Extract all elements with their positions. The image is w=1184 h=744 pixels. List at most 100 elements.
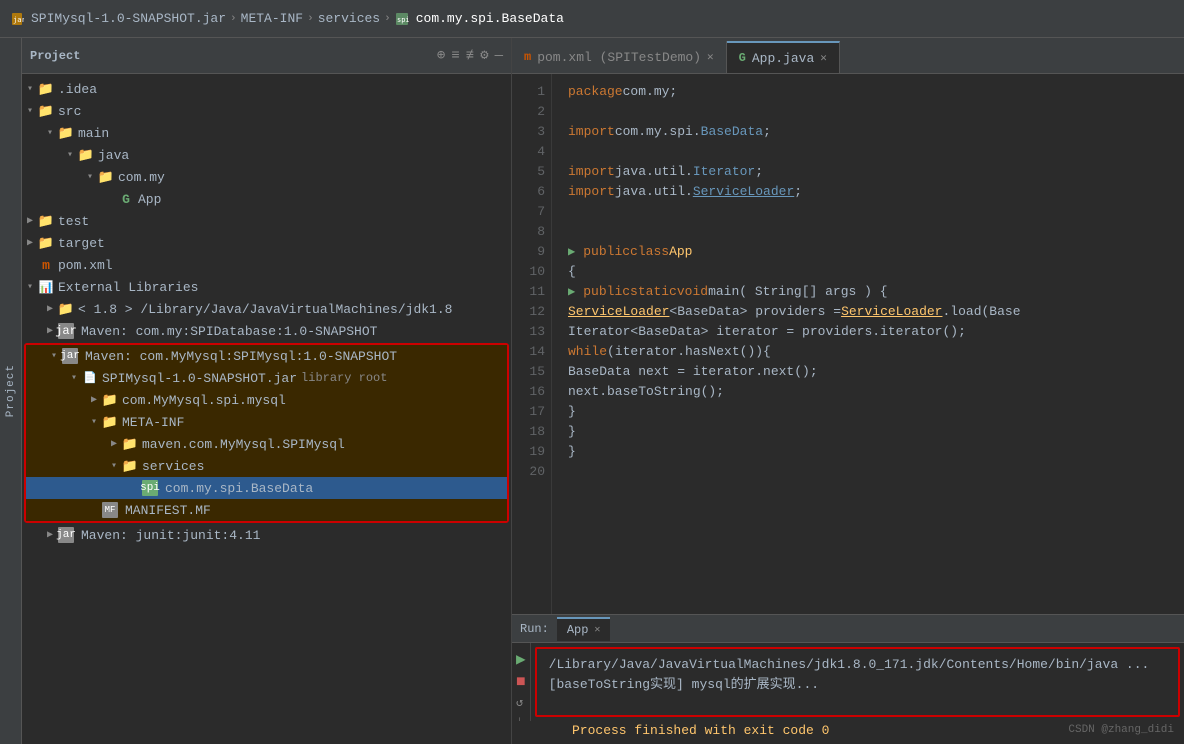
code-line-16: next.baseToString(); — [568, 382, 1168, 402]
tree-item-extlibs[interactable]: ▾ 📊 External Libraries — [22, 276, 511, 298]
code-line-14: while (iterator.hasNext()){ — [568, 342, 1168, 362]
tree-item-spimysql[interactable]: ▾ jar Maven: com.MyMysql:SPIMysql:1.0-SN… — [26, 345, 507, 367]
label-spidatabase: Maven: com.my:SPIDatabase:1.0-SNAPSHOT — [81, 324, 377, 339]
arrow-target: ▶ — [22, 235, 38, 251]
breadcrumb-services[interactable]: services — [318, 11, 380, 26]
run-down-btn[interactable]: ↓ — [516, 714, 526, 721]
code-line-12: ServiceLoader <BaseData> providers = Ser… — [568, 302, 1168, 322]
label-spimysql: Maven: com.MyMysql:SPIMysql:1.0-SNAPSHOT — [85, 349, 397, 364]
breadcrumb-metainf[interactable]: META-INF — [241, 11, 303, 26]
folder-icon-jdk: 📁 — [58, 301, 74, 317]
breadcrumb-file[interactable]: com.my.spi.BaseData — [416, 11, 564, 26]
tree-item-basedata[interactable]: ▶ spi com.my.spi.BaseData — [26, 477, 507, 499]
mf-icon-manifest: MF — [102, 502, 118, 518]
run-stop-btn[interactable]: ■ — [516, 673, 526, 691]
project-tab[interactable]: Project — [0, 38, 22, 744]
arrow-jdk: ▶ — [42, 301, 58, 317]
tree-item-java[interactable]: ▾ 📁 java — [22, 144, 511, 166]
code-line-13: Iterator<BaseData> iterator = providers.… — [568, 322, 1168, 342]
folder-icon-services: 📁 — [122, 458, 138, 474]
tree-item-commy[interactable]: ▾ 📁 com.my — [22, 166, 511, 188]
tree-item-app[interactable]: ▶ G App — [22, 188, 511, 210]
add-tool-btn[interactable]: ⊕ — [437, 47, 445, 64]
tree-item-comMyMysql[interactable]: ▶ 📁 com.MyMysql.spi.mysql — [26, 389, 507, 411]
run-tab-close[interactable]: ✕ — [594, 624, 600, 636]
code-line-3: import com.my.spi. BaseData ; — [568, 122, 1168, 142]
run-exit-text: Process finished with exit code 0 — [572, 723, 829, 738]
code-area: 12345 678910 1112131415 1617181920 packa… — [512, 74, 1184, 614]
line-numbers: 12345 678910 1112131415 1617181920 — [512, 74, 552, 614]
label-jdk: < 1.8 > /Library/Java/JavaVirtualMachine… — [78, 302, 452, 317]
tab-pom[interactable]: m pom.xml (SPITestDemo) ✕ — [512, 41, 727, 73]
tree-item-src[interactable]: ▾ 📁 src — [22, 100, 511, 122]
layout-tool-btn[interactable]: ≡ — [451, 48, 459, 64]
settings-tool-btn[interactable]: ⚙ — [480, 47, 488, 64]
run-tab-app[interactable]: App ✕ — [557, 617, 611, 641]
main-area: Project Project ⊕ ≡ ≢ ⚙ — ▾ 📁 .idea — [0, 38, 1184, 744]
tree-item-spidatabase[interactable]: ▶ jar Maven: com.my:SPIDatabase:1.0-SNAP… — [22, 320, 511, 342]
tree-item-metainf[interactable]: ▾ 📁 META-INF — [26, 411, 507, 433]
label-jarfile-sub: library root — [301, 371, 387, 385]
breadcrumb-jar[interactable]: SPIMysql-1.0-SNAPSHOT.jar — [31, 11, 226, 26]
label-jarfile: SPIMysql-1.0-SNAPSHOT.jar — [102, 371, 297, 386]
label-pom: pom.xml — [58, 258, 113, 273]
tab-close-app[interactable]: ✕ — [820, 51, 827, 65]
code-line-7 — [568, 202, 1168, 222]
run-controls: ▶ ■ ↺ ↓ — [512, 643, 531, 721]
label-basedata: com.my.spi.BaseData — [165, 481, 313, 496]
run-tab-label: App — [567, 623, 589, 637]
label-app: App — [138, 192, 161, 207]
run-rerun-btn[interactable]: ↺ — [516, 695, 526, 710]
highlighted-section: ▾ jar Maven: com.MyMysql:SPIMysql:1.0-SN… — [24, 343, 509, 523]
label-maven-folder: maven.com.MyMysql.SPIMysql — [142, 437, 345, 452]
label-idea: .idea — [58, 82, 97, 97]
code-line-5: import java.util. Iterator ; — [568, 162, 1168, 182]
run-body: /Library/Java/JavaVirtualMachines/jdk1.8… — [537, 649, 1178, 701]
sort-tool-btn[interactable]: ≢ — [466, 48, 474, 64]
xml-icon-pom: m — [38, 257, 54, 273]
code-line-20 — [568, 462, 1168, 482]
run-play-btn[interactable]: ▶ — [516, 649, 526, 669]
run-output-2: [baseToString实现] mysql的扩展实现... — [549, 675, 1166, 695]
run-label: Run: — [520, 622, 549, 636]
folder-icon-idea: 📁 — [38, 81, 54, 97]
tree-item-jdk[interactable]: ▶ 📁 < 1.8 > /Library/Java/JavaVirtualMac… — [22, 298, 511, 320]
sidebar: Project ⊕ ≡ ≢ ⚙ — ▾ 📁 .idea ▾ 📁 — [22, 38, 512, 744]
code-line-17: } — [568, 402, 1168, 422]
tree-item-test[interactable]: ▶ 📁 test — [22, 210, 511, 232]
run-tab-bar: Run: App ✕ — [512, 615, 1184, 643]
code-line-19: } — [568, 442, 1168, 462]
project-tree: ▾ 📁 .idea ▾ 📁 src ▾ 📁 main ▾ — [22, 74, 511, 744]
project-label: Project — [5, 364, 17, 417]
tree-item-target[interactable]: ▶ 📁 target — [22, 232, 511, 254]
tab-label-app: App.java — [752, 51, 814, 66]
folder-icon-maven-folder: 📁 — [122, 436, 138, 452]
run-arrow-9[interactable]: ▶ — [568, 242, 575, 262]
tree-item-junit[interactable]: ▶ jar Maven: junit:junit:4.11 — [22, 524, 511, 546]
tab-close-pom[interactable]: ✕ — [707, 50, 714, 64]
tree-item-main[interactable]: ▾ 📁 main — [22, 122, 511, 144]
collapse-tool-btn[interactable]: — — [495, 48, 503, 64]
run-arrow-11[interactable]: ▶ — [568, 282, 575, 302]
jar-icon-spimysql: jar — [62, 348, 78, 364]
code-content[interactable]: package com.my ; import com.my.spi. Base… — [552, 74, 1184, 614]
folder-icon-src: 📁 — [38, 103, 54, 119]
tree-item-idea[interactable]: ▾ 📁 .idea — [22, 78, 511, 100]
editor-panel: m pom.xml (SPITestDemo) ✕ G App.java ✕ 1… — [512, 38, 1184, 744]
arrow-metainf: ▾ — [86, 414, 102, 430]
tab-app[interactable]: G App.java ✕ — [727, 41, 840, 73]
tree-item-services[interactable]: ▾ 📁 services — [26, 455, 507, 477]
label-main: main — [78, 126, 109, 141]
tree-item-maven-folder[interactable]: ▶ 📁 maven.com.MyMysql.SPIMysql — [26, 433, 507, 455]
label-junit: Maven: junit:junit:4.11 — [81, 528, 260, 543]
arrow-main: ▾ — [42, 125, 58, 141]
label-comMyMysql: com.MyMysql.spi.mysql — [122, 393, 286, 408]
arrow-services: ▾ — [106, 458, 122, 474]
label-test: test — [58, 214, 89, 229]
tree-item-jarfile[interactable]: ▾ 📄 SPIMysql-1.0-SNAPSHOT.jar library ro… — [26, 367, 507, 389]
run-main: ▶ ■ ↺ ↓ /Library/Java/JavaVirtualMachine… — [512, 643, 1184, 721]
tab-icon-pom: m — [524, 50, 531, 64]
tree-item-manifest[interactable]: ▶ MF MANIFEST.MF — [26, 499, 507, 521]
tree-item-pom[interactable]: ▶ m pom.xml — [22, 254, 511, 276]
svg-text:jar: jar — [13, 16, 24, 24]
